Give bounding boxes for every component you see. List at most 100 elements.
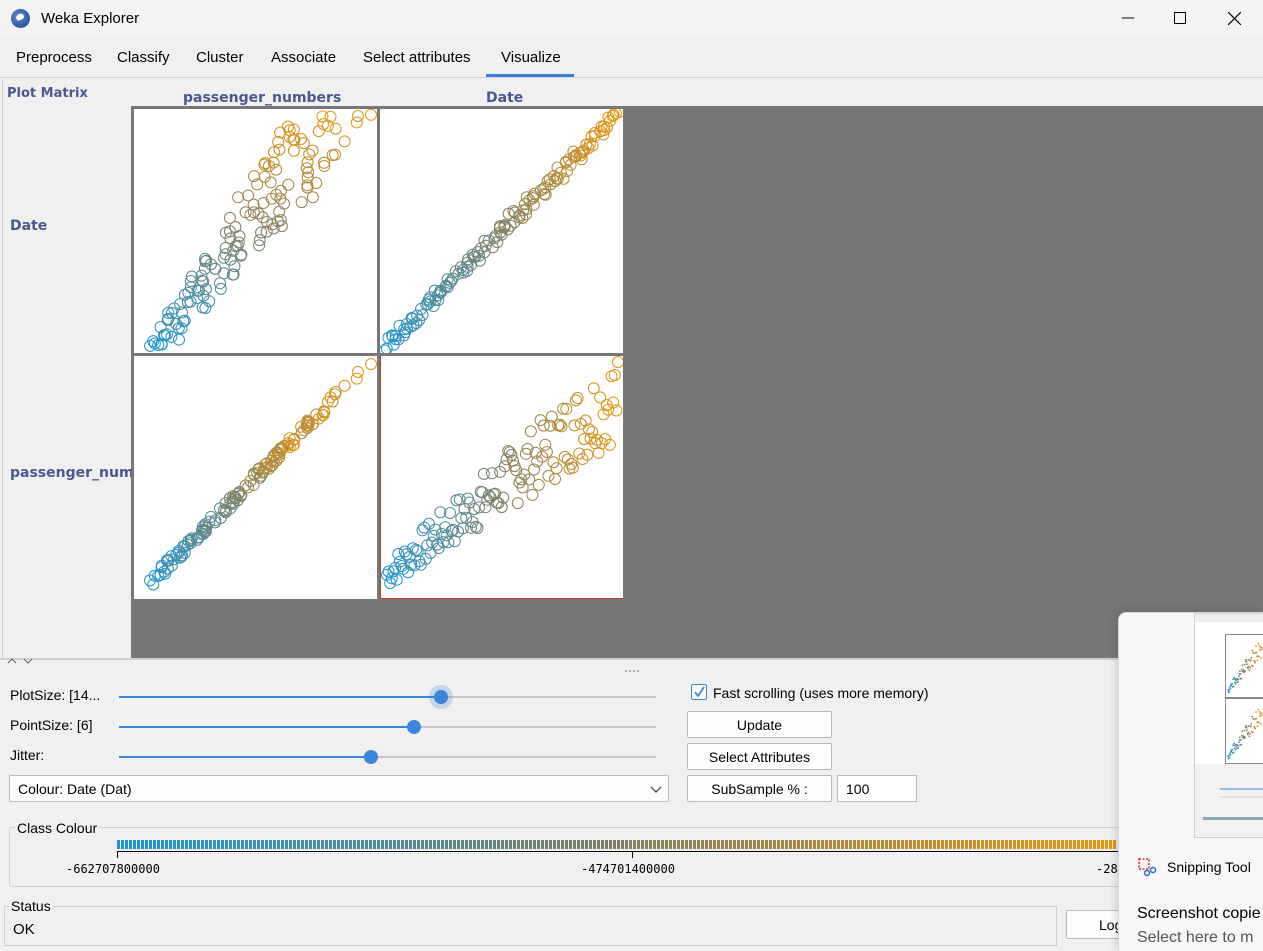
splitter-arrows-icon[interactable] bbox=[6, 656, 36, 666]
thumbnail-point bbox=[1232, 751, 1235, 754]
colour-bar-segment bbox=[633, 840, 636, 849]
colour-bar-segment bbox=[709, 840, 712, 849]
panel-splitter[interactable] bbox=[0, 658, 1120, 660]
point-size-slider[interactable] bbox=[119, 720, 656, 734]
colour-bar-segment bbox=[409, 840, 412, 849]
fast-scrolling-checkbox[interactable] bbox=[691, 684, 707, 700]
jitter-slider-thumb[interactable] bbox=[364, 750, 379, 764]
thumbnail-point bbox=[1257, 642, 1260, 645]
thumbnail-point bbox=[1250, 722, 1253, 725]
weka-bird-icon bbox=[11, 9, 30, 28]
thumbnail-point bbox=[1255, 717, 1258, 720]
point-size-slider-thumb[interactable] bbox=[407, 720, 422, 734]
colour-bar-segment bbox=[929, 840, 932, 849]
scatter-cell-date-vs-date[interactable] bbox=[380, 109, 623, 353]
scatter-point bbox=[526, 488, 539, 501]
scatter-point bbox=[301, 156, 314, 169]
colour-bar-segment bbox=[189, 840, 192, 849]
scatter-point bbox=[439, 521, 452, 534]
colour-bar-segment bbox=[485, 840, 488, 849]
select-attributes-button[interactable]: Select Attributes bbox=[687, 743, 832, 770]
plot-size-slider[interactable] bbox=[119, 690, 656, 704]
scatter-point bbox=[594, 391, 607, 404]
colour-bar-segment bbox=[533, 840, 536, 849]
colour-bar-segment bbox=[889, 840, 892, 849]
scatter-cell-date-vs-passenger-numbers[interactable] bbox=[134, 109, 377, 353]
thumbnail-point bbox=[1249, 659, 1252, 662]
tick-label-mid: -474701400000 bbox=[581, 862, 675, 876]
colour-bar-segment bbox=[197, 840, 200, 849]
colour-bar-segment bbox=[537, 840, 540, 849]
minimize-button[interactable] bbox=[1101, 0, 1155, 36]
colour-bar-segment bbox=[593, 840, 596, 849]
thumbnail-point bbox=[1237, 681, 1239, 683]
colour-bar-segment bbox=[349, 840, 352, 849]
colour-bar-segment bbox=[1069, 840, 1072, 849]
colour-bar-segment bbox=[169, 840, 172, 849]
jitter-slider[interactable] bbox=[119, 750, 656, 764]
update-button[interactable]: Update bbox=[687, 711, 832, 738]
thumbnail-point bbox=[1229, 752, 1231, 754]
colour-bar-segment bbox=[241, 840, 244, 849]
colour-bar-segment bbox=[201, 840, 204, 849]
tab-associate[interactable]: Associate bbox=[271, 49, 336, 66]
thumbnail-point bbox=[1255, 651, 1258, 654]
scatter-cell-passenger-numbers-vs-date[interactable] bbox=[380, 356, 623, 599]
colour-bar-segment bbox=[605, 840, 608, 849]
thumbnail-point bbox=[1230, 751, 1233, 753]
colour-bar-segment bbox=[1093, 840, 1096, 849]
maximize-button[interactable] bbox=[1153, 0, 1207, 36]
status-panel bbox=[4, 906, 1057, 946]
thumbnail-point bbox=[1245, 724, 1247, 727]
colour-bar-segment bbox=[721, 840, 724, 849]
colour-bar-segment bbox=[437, 840, 440, 849]
colour-bar-segment bbox=[449, 840, 452, 849]
tab-classify[interactable]: Classify bbox=[117, 49, 170, 66]
colour-bar-segment bbox=[1109, 840, 1112, 849]
colour-bar-segment bbox=[509, 840, 512, 849]
colour-bar-segment bbox=[133, 840, 136, 849]
thumbnail-point bbox=[1244, 670, 1246, 672]
scatter-point bbox=[479, 501, 492, 514]
close-button[interactable] bbox=[1207, 0, 1261, 36]
colour-bar-segment bbox=[121, 840, 124, 849]
colour-bar-segment bbox=[517, 840, 520, 849]
colour-bar-segment bbox=[117, 840, 120, 849]
snipping-tool-notification[interactable]: Snipping Tool Screenshot copie Select he… bbox=[1118, 612, 1263, 951]
scatter-point bbox=[524, 425, 537, 438]
thumbnail-point bbox=[1260, 714, 1263, 717]
scatter-point bbox=[532, 478, 545, 491]
screenshot-thumbnail[interactable] bbox=[1194, 613, 1263, 838]
colour-bar-segment bbox=[301, 840, 304, 849]
colour-bar-segment bbox=[669, 840, 672, 849]
colour-bar-segment bbox=[181, 840, 184, 849]
subsample-input[interactable]: 100 bbox=[837, 775, 917, 802]
tab-select-attributes[interactable]: Select attributes bbox=[363, 49, 471, 66]
tab-cluster[interactable]: Cluster bbox=[196, 49, 244, 66]
colour-bar-segment bbox=[325, 840, 328, 849]
scatter-cell-passenger-numbers-vs-passenger-numbers[interactable] bbox=[134, 356, 377, 599]
plot-size-slider-thumb[interactable] bbox=[434, 690, 449, 704]
colour-bar-segment bbox=[809, 840, 812, 849]
splitter-grip-icon[interactable] bbox=[624, 660, 642, 672]
scatter-point bbox=[550, 462, 563, 475]
thumbnail-point bbox=[1250, 656, 1253, 659]
colour-bar-segment bbox=[789, 840, 792, 849]
tab-preprocess[interactable]: Preprocess bbox=[16, 49, 92, 66]
colour-bar-segment bbox=[713, 840, 716, 849]
scatter-point bbox=[547, 456, 560, 469]
colour-bar-segment bbox=[253, 840, 256, 849]
subsample-button[interactable]: SubSample % : bbox=[687, 775, 832, 802]
tab-visualize[interactable]: Visualize bbox=[501, 49, 561, 66]
thumbnail-point bbox=[1245, 658, 1247, 661]
colour-bar-segment bbox=[141, 840, 144, 849]
thumbnail-point bbox=[1251, 715, 1254, 718]
thumbnail-point bbox=[1232, 744, 1235, 747]
thumbnail-point bbox=[1260, 712, 1263, 715]
colour-bar-segment bbox=[925, 840, 928, 849]
colour-attribute-select[interactable]: Colour: Date (Dat) bbox=[9, 775, 669, 802]
thumbnail-point bbox=[1234, 682, 1237, 685]
tick-mark bbox=[117, 851, 118, 858]
thumbnail-point bbox=[1233, 742, 1236, 745]
colour-bar-segment bbox=[557, 840, 560, 849]
